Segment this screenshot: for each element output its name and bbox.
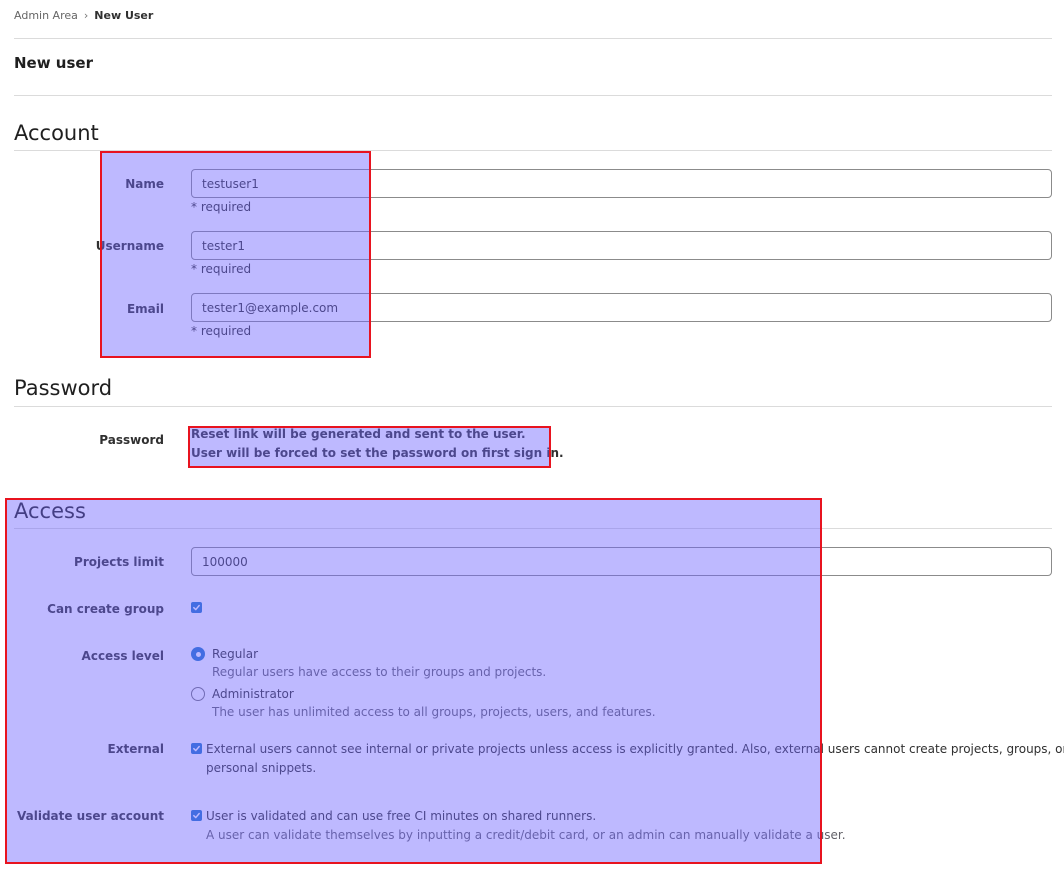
divider [14,406,1052,407]
password-label: Password [99,433,164,447]
chevron-right-icon: › [83,9,89,22]
highlight-account-fields [100,151,371,358]
page-title: New user [14,54,93,72]
highlight-access-section [5,498,822,864]
divider [14,95,1052,96]
breadcrumb: Admin Area › New User [14,9,153,22]
section-title-password: Password [14,376,113,400]
breadcrumb-admin-area[interactable]: Admin Area [14,9,78,22]
divider [14,38,1052,39]
breadcrumb-new-user[interactable]: New User [94,9,153,22]
highlight-password-info [188,426,551,468]
section-title-account: Account [14,121,99,145]
